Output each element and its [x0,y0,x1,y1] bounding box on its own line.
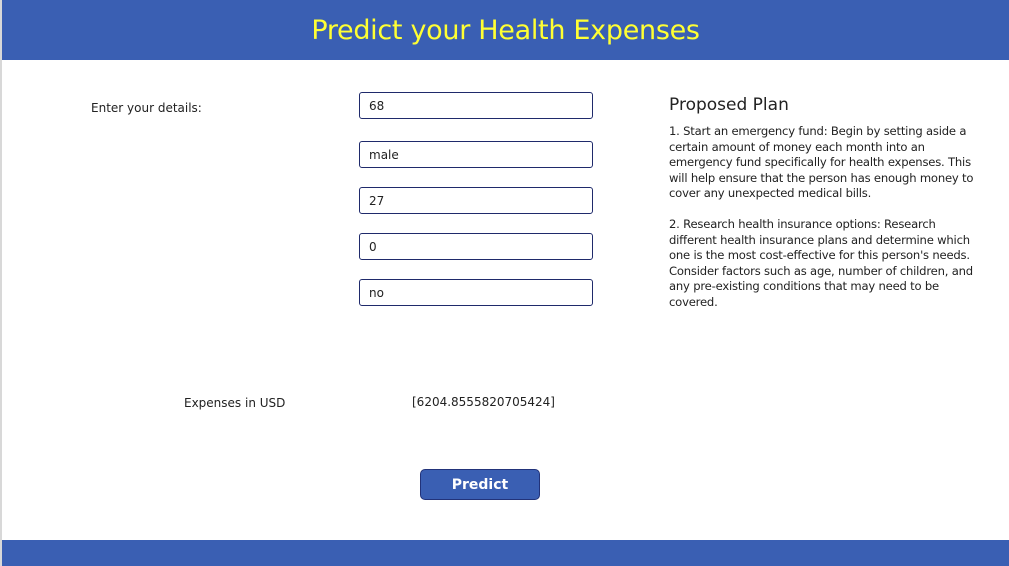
plan-title: Proposed Plan [669,95,789,115]
age-input[interactable] [359,92,593,119]
details-label: Enter your details: [91,101,202,115]
children-input[interactable] [359,233,593,260]
sex-input[interactable] [359,141,593,168]
bmi-input[interactable] [359,187,593,214]
expenses-value: [6204.8555820705424] [412,395,555,409]
plan-body: 1. Start an emergency fund: Begin by set… [669,124,974,309]
smoker-input[interactable] [359,279,593,306]
footer-bar [2,540,1009,566]
page-title: Predict your Health Expenses [311,14,700,46]
header-bar: Predict your Health Expenses [2,0,1009,60]
left-border [0,0,2,566]
expenses-label: Expenses in USD [184,396,286,410]
predict-button[interactable]: Predict [420,469,540,500]
